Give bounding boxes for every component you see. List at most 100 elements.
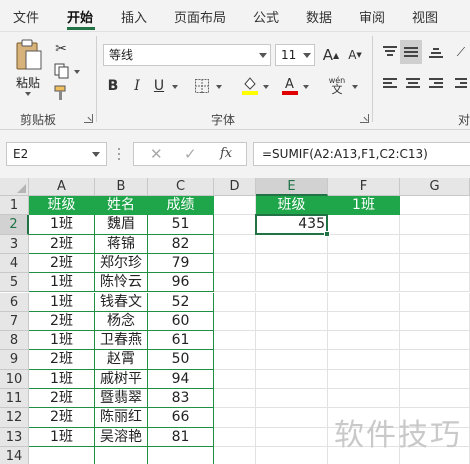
cell-a4[interactable]: 2班: [29, 253, 95, 274]
cell-d11[interactable]: [214, 389, 256, 409]
row-header-1[interactable]: 1: [0, 196, 29, 216]
cell-d6[interactable]: [214, 292, 256, 312]
column-header-d[interactable]: D: [214, 178, 256, 196]
cell-c5[interactable]: 96: [148, 273, 214, 293]
italic-button[interactable]: I: [128, 76, 146, 96]
cell-a5[interactable]: 1班: [29, 273, 95, 293]
cell-d10[interactable]: [214, 369, 256, 389]
cell-c10[interactable]: 94: [148, 369, 214, 389]
align-middle-icon[interactable]: [400, 40, 422, 64]
cell-c13[interactable]: 81: [148, 427, 214, 447]
underline-dropdown-icon[interactable]: [172, 85, 178, 89]
cell-a6[interactable]: 1班: [29, 292, 95, 312]
cell-e5[interactable]: [256, 273, 328, 293]
cell-b5[interactable]: 陈怜云: [95, 273, 148, 293]
bold-button[interactable]: B: [104, 76, 122, 96]
cell-f9[interactable]: [328, 350, 400, 370]
cell-f11[interactable]: [328, 389, 400, 409]
row-header-9[interactable]: 9: [0, 350, 29, 370]
cell-e9[interactable]: [256, 350, 328, 370]
font-color-dropdown-icon[interactable]: [303, 85, 309, 89]
cell-b6[interactable]: 钱春文: [95, 292, 148, 312]
cell-b12[interactable]: 陈丽红: [95, 408, 148, 428]
cell-a2[interactable]: 1班: [29, 215, 95, 235]
row-header-11[interactable]: 11: [0, 389, 29, 409]
tab-insert[interactable]: 插入: [121, 7, 147, 26]
row-header-14[interactable]: 14: [0, 446, 29, 464]
column-header-a[interactable]: A: [29, 178, 95, 196]
cell-c9[interactable]: 50: [148, 350, 214, 370]
cell-f1[interactable]: 1班: [328, 196, 400, 216]
cell-e10[interactable]: [256, 369, 328, 389]
tab-formulas[interactable]: 公式: [253, 7, 279, 26]
cell-f6[interactable]: [328, 292, 400, 312]
cell-e3[interactable]: [256, 234, 328, 254]
cell-b10[interactable]: 戚树平: [95, 369, 148, 389]
cell-g7[interactable]: [400, 311, 470, 332]
cell-c14[interactable]: [148, 446, 214, 464]
cell-b3[interactable]: 蒋锦: [95, 234, 148, 254]
cell-a10[interactable]: 1班: [29, 369, 95, 389]
clipboard-launcher-icon[interactable]: [84, 114, 93, 123]
tab-home[interactable]: 开始: [67, 7, 93, 26]
cell-f2[interactable]: [328, 215, 400, 235]
cell-e6[interactable]: [256, 292, 328, 312]
cell-e11[interactable]: [256, 389, 328, 409]
formula-bar-grip-icon[interactable]: [118, 148, 121, 160]
cell-e4[interactable]: [256, 253, 328, 274]
orientation-icon[interactable]: ⟋: [452, 42, 470, 62]
row-header-3[interactable]: 3: [0, 234, 29, 254]
cell-d3[interactable]: [214, 234, 256, 254]
row-header-10[interactable]: 10: [0, 369, 29, 389]
fill-color-dropdown-icon[interactable]: [263, 85, 269, 89]
cell-d2[interactable]: [214, 215, 256, 235]
align-center-icon[interactable]: [403, 74, 423, 94]
cell-a13[interactable]: 1班: [29, 427, 95, 447]
cell-g8[interactable]: [400, 331, 470, 351]
indent-icon[interactable]: [452, 74, 470, 94]
tab-page-layout[interactable]: 页面布局: [174, 7, 226, 26]
cell-a14[interactable]: [29, 446, 95, 464]
cell-c12[interactable]: 66: [148, 408, 214, 428]
cut-icon[interactable]: ✂: [52, 40, 70, 58]
cell-a7[interactable]: 2班: [29, 311, 95, 332]
cell-d5[interactable]: [214, 273, 256, 293]
cell-f3[interactable]: [328, 234, 400, 254]
cell-b1[interactable]: 姓名: [95, 196, 148, 216]
row-header-13[interactable]: 13: [0, 427, 29, 447]
align-left-icon[interactable]: [380, 74, 400, 94]
cell-d9[interactable]: [214, 350, 256, 370]
column-header-f[interactable]: F: [328, 178, 400, 196]
column-header-b[interactable]: B: [95, 178, 148, 196]
tab-view[interactable]: 视图: [412, 7, 438, 26]
copy-icon[interactable]: [52, 62, 72, 80]
cell-e12[interactable]: [256, 408, 328, 428]
row-header-4[interactable]: 4: [0, 253, 29, 274]
borders-dropdown-icon[interactable]: [216, 85, 222, 89]
paste-button[interactable]: [14, 38, 44, 72]
cell-c7[interactable]: 60: [148, 311, 214, 332]
cell-a8[interactable]: 1班: [29, 331, 95, 351]
fill-handle[interactable]: [324, 230, 330, 237]
cell-c8[interactable]: 61: [148, 331, 214, 351]
cell-a9[interactable]: 2班: [29, 350, 95, 370]
cell-b9[interactable]: 赵霄: [95, 350, 148, 370]
row-header-2[interactable]: 2: [0, 215, 29, 235]
cell-c11[interactable]: 83: [148, 389, 214, 409]
font-launcher-icon[interactable]: [360, 114, 369, 123]
cell-e14[interactable]: [256, 446, 328, 464]
cell-f10[interactable]: [328, 369, 400, 389]
font-color-icon[interactable]: A: [280, 74, 300, 96]
cell-g10[interactable]: [400, 369, 470, 389]
formula-input[interactable]: =SUMIF(A2:A13,F1,C2:C13): [253, 142, 470, 166]
cell-d13[interactable]: [214, 427, 256, 447]
cell-c3[interactable]: 82: [148, 234, 214, 254]
fill-color-icon[interactable]: [240, 74, 260, 96]
cell-g1[interactable]: [400, 196, 470, 216]
cell-e13[interactable]: [256, 427, 328, 447]
cell-f5[interactable]: [328, 273, 400, 293]
cell-a11[interactable]: 2班: [29, 389, 95, 409]
cell-d12[interactable]: [214, 408, 256, 428]
cell-g6[interactable]: [400, 292, 470, 312]
cell-b14[interactable]: [95, 446, 148, 464]
